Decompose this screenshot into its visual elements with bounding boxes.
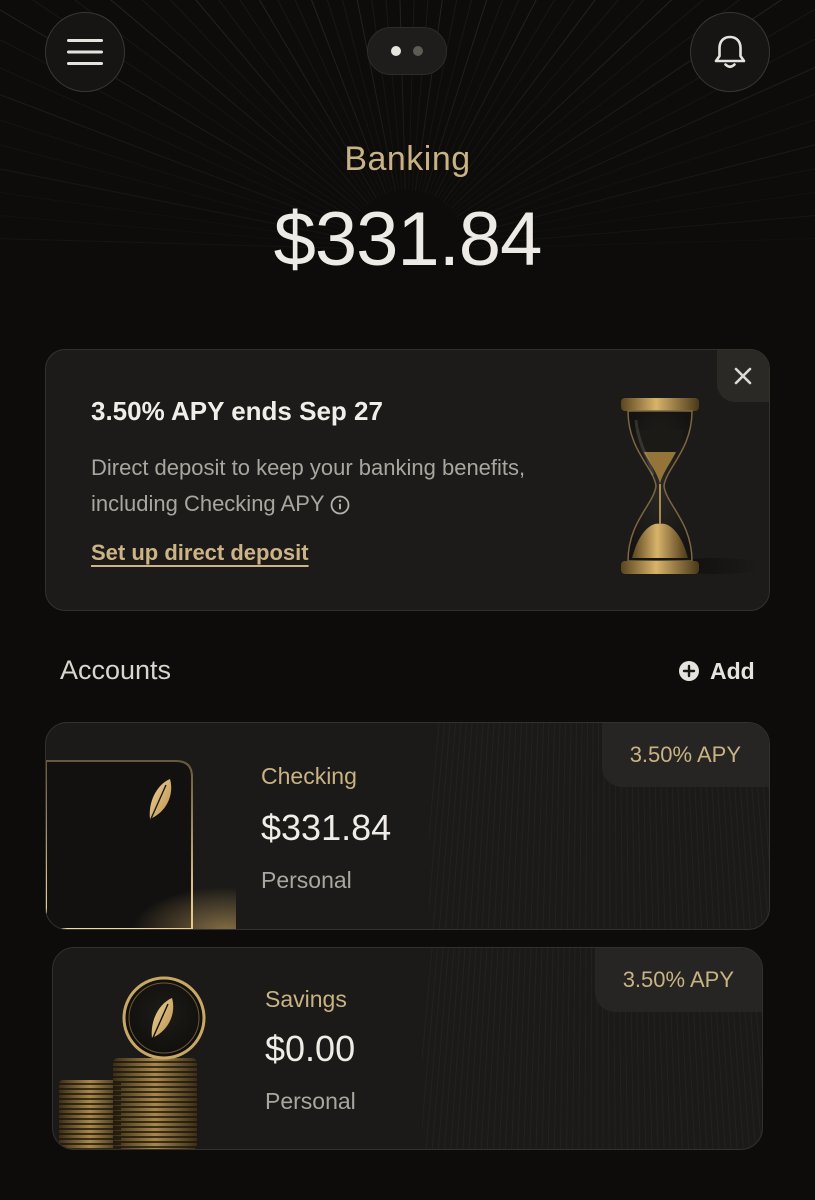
setup-direct-deposit-link[interactable]: Set up direct deposit xyxy=(91,540,309,566)
accounts-section-title: Accounts xyxy=(60,655,172,685)
account-name: Checking xyxy=(261,763,357,789)
banking-screen: Banking $331.84 3.50% APY ends Sep 27 Di… xyxy=(0,0,815,1200)
account-name: Savings xyxy=(265,986,347,1012)
coin-stack-icon xyxy=(59,976,206,1149)
account-type: Personal xyxy=(265,1088,356,1114)
page-dot xyxy=(413,46,423,56)
menu-icon xyxy=(67,39,103,65)
account-balance: $331.84 xyxy=(261,807,392,848)
promo-description-text: Direct deposit to keep your banking bene… xyxy=(91,455,526,516)
account-balance: $0.00 xyxy=(265,1028,356,1069)
promo-description: Direct deposit to keep your banking bene… xyxy=(91,450,551,522)
hourglass-icon xyxy=(621,398,756,574)
plus-circle-icon xyxy=(679,661,699,681)
apy-badge: 3.50% APY xyxy=(601,723,769,787)
promo-title: 3.50% APY ends Sep 27 xyxy=(91,396,383,426)
menu-button[interactable] xyxy=(45,12,125,92)
page-title: Banking xyxy=(344,140,471,178)
account-card-checking[interactable]: 3.50% APY Checking $331.84 Personal xyxy=(45,722,770,930)
page-dot-active xyxy=(391,46,401,56)
info-icon[interactable] xyxy=(329,494,351,516)
page-indicator[interactable] xyxy=(367,27,447,75)
add-account-button[interactable]: Add xyxy=(678,656,755,686)
apy-badge: 3.50% APY xyxy=(594,948,762,1012)
total-balance: $331.84 xyxy=(273,197,543,282)
card-icon xyxy=(46,760,236,929)
account-type: Personal xyxy=(261,867,352,893)
promo-card: 3.50% APY ends Sep 27 Direct deposit to … xyxy=(45,349,770,611)
bell-icon xyxy=(714,35,746,69)
account-card-savings[interactable]: 3.50% APY Savings $0.00 Personal xyxy=(52,947,763,1150)
notifications-button[interactable] xyxy=(690,12,770,92)
add-account-label: Add xyxy=(710,657,755,684)
close-icon xyxy=(734,367,752,385)
